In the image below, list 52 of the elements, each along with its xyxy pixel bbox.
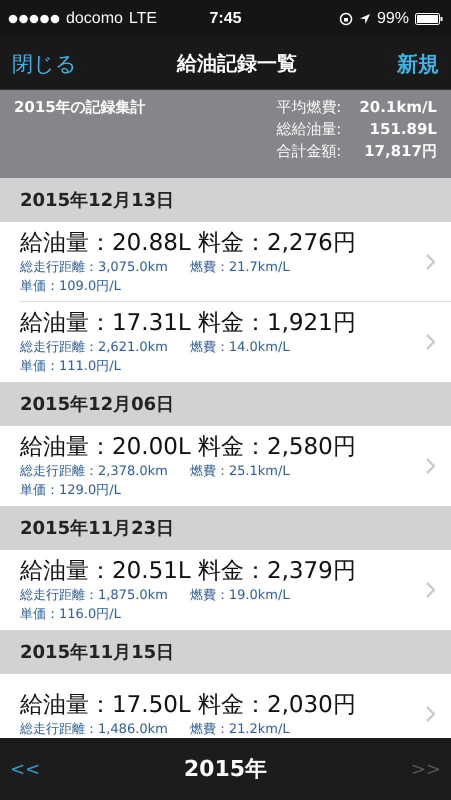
unit-price-text: 単価：116.0円/L — [20, 606, 122, 624]
close-button[interactable]: 閉じる — [12, 50, 77, 78]
economy-text: 燃費：14.0km/L — [190, 339, 290, 357]
clock-time: 7:45 — [209, 10, 242, 28]
summary-title: 2015年の記録集計 — [14, 98, 147, 118]
distance-text: 総走行距離：3,075.0km — [20, 258, 168, 276]
chevron-icon — [425, 254, 435, 270]
record-row[interactable]: 給油量：20.51L 料金：2,379円 総走行距離：1,875.0km 燃費：19.0km/L 単価：116.0円/L — [20, 550, 451, 630]
stat-value: 17,817円 — [363, 142, 437, 161]
distance-text: 総走行距離：2,378.0km — [20, 463, 168, 481]
location-arrow-icon — [358, 13, 371, 25]
date-heading: 2015年12月13日 — [20, 189, 174, 212]
year-label: 2015年 — [184, 756, 268, 784]
economy-text: 燃費：25.1km/L — [190, 463, 290, 481]
distance-text: 総走行距離：2,621.0km — [20, 339, 168, 357]
stat-label: 総給油量: — [276, 120, 342, 139]
record-summary: 給油量：17.50L 料金：2,030円 — [20, 690, 357, 720]
new-button[interactable]: 新規 — [397, 50, 439, 78]
rotation-lock-icon — [338, 12, 353, 26]
stat-value: 20.1km/L — [359, 98, 437, 117]
distance-text: 総走行距離：1,875.0km — [20, 587, 168, 605]
stat-value: 151.89L — [368, 120, 437, 139]
record-summary: 給油量：20.51L 料金：2,379円 — [20, 557, 357, 586]
screen-title: 給油記録一覧 — [177, 50, 297, 77]
date-heading: 2015年11月15日 — [20, 641, 174, 664]
unit-price-text: 単価：109.0円/L — [20, 278, 122, 296]
economy-text: 燃費：21.7km/L — [190, 258, 290, 276]
battery-percent: 99% — [376, 10, 409, 28]
chevron-icon — [425, 458, 435, 474]
distance-text: 総走行距離：1,486.0km — [20, 720, 168, 738]
record-row[interactable]: 給油量：17.31L 料金：1,921円 総走行距離：2,621.0km 燃費：14.0km/L 単価：111.0円/L — [20, 302, 451, 382]
stat-label: 平均燃費: — [276, 98, 342, 117]
record-summary: 給油量：17.31L 料金：1,921円 — [20, 309, 357, 338]
record-row[interactable]: 給油量：17.50L 料金：2,030円 総走行距離：1,486.0km 燃費：21.2km/L — [20, 674, 451, 738]
chevron-icon — [425, 582, 435, 598]
date-heading: 2015年11月23日 — [20, 517, 174, 540]
record-summary: 給油量：20.88L 料金：2,276円 — [20, 228, 357, 258]
battery-icon — [415, 13, 443, 25]
signal-icon — [8, 14, 60, 24]
unit-price-text: 単価：111.0円/L — [20, 358, 122, 376]
carrier-name: docomo — [66, 10, 123, 28]
chevron-icon — [425, 334, 435, 350]
record-row[interactable]: 給油量：20.00L 料金：2,580円 総走行距離：2,378.0km 燃費：25.1km/L 単価：129.0円/L — [20, 426, 451, 506]
unit-price-text: 単価：129.0円/L — [20, 482, 122, 500]
previous-year-button[interactable]: << — [10, 758, 40, 780]
stat-label: 合計金額: — [276, 142, 342, 161]
economy-text: 燃費：21.2km/L — [190, 720, 290, 738]
network-type: LTE — [128, 10, 158, 28]
record-summary: 給油量：20.00L 料金：2,580円 — [20, 433, 357, 462]
economy-text: 燃費：19.0km/L — [190, 587, 290, 605]
chevron-icon — [425, 706, 435, 722]
date-heading: 2015年12月06日 — [20, 393, 174, 416]
